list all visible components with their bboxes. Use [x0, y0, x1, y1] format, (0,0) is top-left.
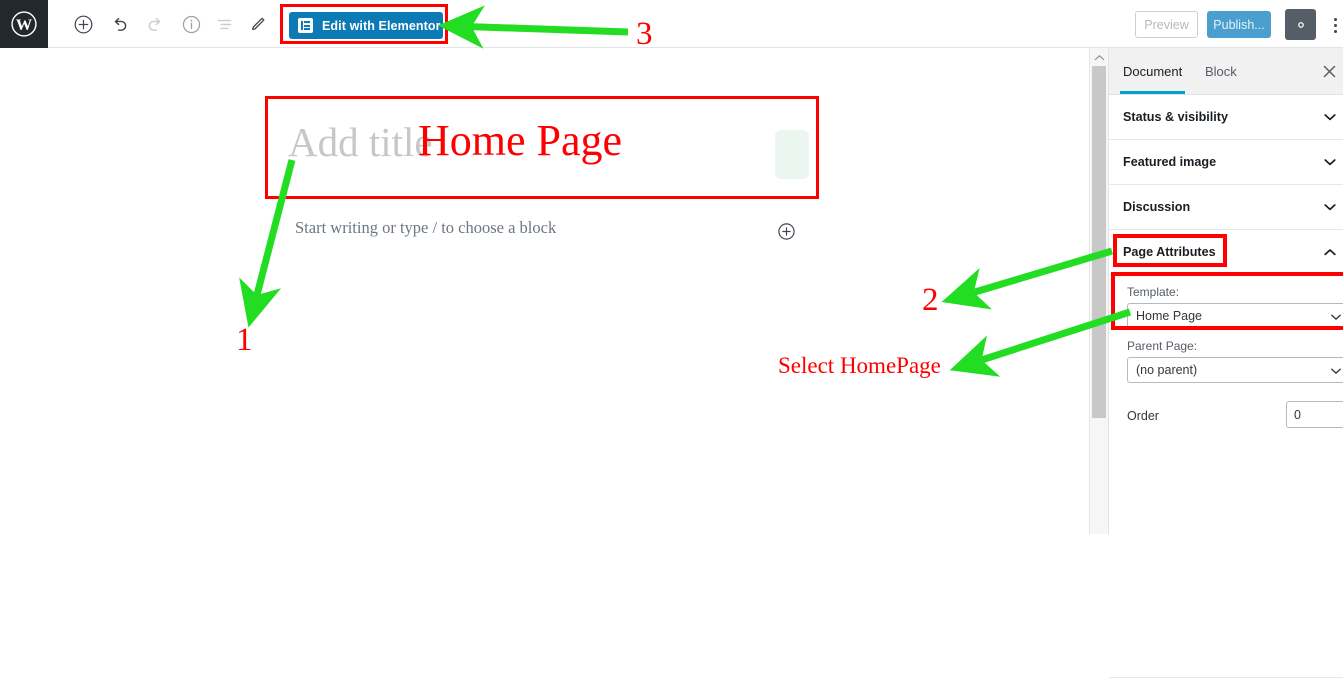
panel-status-visibility[interactable]: Status & visibility: [1109, 95, 1343, 140]
gear-icon: [1297, 21, 1304, 28]
parent-page-label: Parent Page:: [1127, 339, 1198, 353]
publish-button[interactable]: Publish...: [1207, 11, 1271, 38]
vertical-ellipsis-icon: [1333, 29, 1337, 33]
panel-featured-image-label: Featured image: [1123, 155, 1217, 169]
vertical-ellipsis-icon: [1333, 17, 1337, 21]
preview-label: Preview: [1144, 17, 1189, 32]
panel-featured-image[interactable]: Featured image: [1109, 140, 1343, 185]
panel-discussion-label: Discussion: [1123, 200, 1191, 214]
order-row: Order 0: [1109, 397, 1343, 443]
template-select[interactable]: Home Page: [1127, 303, 1343, 329]
document-settings-sidebar: Document Block Status & visibility Featu…: [1108, 48, 1343, 678]
close-sidebar-button[interactable]: [1318, 60, 1340, 82]
settings-gear-button[interactable]: [1285, 9, 1316, 40]
title-cursor-highlight: [775, 130, 809, 179]
template-label: Template:: [1127, 285, 1180, 299]
page-scrollbar[interactable]: [1089, 48, 1108, 534]
close-x-icon: [1323, 65, 1335, 77]
parent-page-select[interactable]: (no parent): [1127, 357, 1343, 383]
annotation-select-homepage: Select HomePage: [778, 353, 941, 378]
block-navigation-icon[interactable]: [212, 12, 236, 36]
details-info-icon[interactable]: [179, 12, 203, 36]
order-input[interactable]: 0: [1286, 401, 1343, 428]
svg-text:W: W: [16, 16, 32, 34]
default-paragraph-block[interactable]: Start writing or type / to choose a bloc…: [295, 218, 556, 238]
chevron-down-icon: [1322, 109, 1338, 125]
inserter-plus-circle-icon[interactable]: [777, 222, 796, 241]
annotation-marker-3: 3: [636, 16, 653, 52]
publish-label: Publish...: [1213, 17, 1265, 32]
chevron-down-icon: [1329, 364, 1343, 378]
parent-page-select-value: (no parent): [1136, 363, 1198, 377]
panel-status-visibility-label: Status & visibility: [1123, 110, 1228, 124]
annotation-title-note: Home Page: [418, 116, 623, 165]
annotation-marker-2: 2: [922, 282, 939, 318]
page-attributes-body: Template: Home Page Parent Page: (no par…: [1109, 285, 1343, 678]
tab-document-label: Document: [1123, 63, 1183, 79]
panel-discussion[interactable]: Discussion: [1109, 185, 1343, 230]
panel-page-attributes[interactable]: Page Attributes: [1109, 230, 1343, 275]
chevron-down-icon: [1329, 310, 1343, 324]
panel-page-attributes-label: Page Attributes: [1123, 245, 1216, 259]
elementor-document-icon: [298, 18, 313, 33]
vertical-ellipsis-icon: [1333, 23, 1337, 27]
add-block-icon[interactable]: [71, 12, 95, 36]
tab-block-label: Block: [1205, 63, 1237, 79]
template-select-value: Home Page: [1136, 309, 1203, 323]
chevron-down-icon: [1322, 154, 1338, 170]
post-title-input[interactable]: Add title: [288, 118, 433, 166]
more-menu-button[interactable]: [1326, 12, 1343, 38]
elementor-button-highlight: Edit with Elementor: [280, 4, 448, 44]
chevron-up-icon: [1322, 244, 1338, 260]
wordpress-logo-icon[interactable]: W: [0, 0, 48, 48]
edit-pencil-icon[interactable]: [245, 12, 269, 36]
sidebar-tab-bar: Document Block: [1109, 48, 1343, 95]
editor-top-toolbar: W Edit with Elementor Preview Publish...: [0, 0, 1343, 48]
edit-with-elementor-label: Edit with Elementor: [322, 18, 441, 33]
scroll-up-arrow-icon[interactable]: [1093, 52, 1106, 64]
edit-with-elementor-button[interactable]: Edit with Elementor: [289, 12, 443, 39]
wordpress-editor-screen: W Edit with Elementor Preview Publish...…: [0, 0, 1343, 678]
order-label: Order: [1127, 409, 1159, 423]
scrollbar-thumb[interactable]: [1092, 66, 1106, 418]
undo-icon[interactable]: [107, 12, 131, 36]
tab-block[interactable]: Block: [1205, 48, 1237, 94]
order-input-value: 0: [1294, 407, 1301, 422]
tab-document[interactable]: Document: [1119, 48, 1186, 94]
chevron-down-icon: [1322, 199, 1338, 215]
annotation-marker-1: 1: [236, 322, 253, 358]
redo-icon[interactable]: [143, 12, 167, 36]
preview-button[interactable]: Preview: [1135, 11, 1198, 38]
